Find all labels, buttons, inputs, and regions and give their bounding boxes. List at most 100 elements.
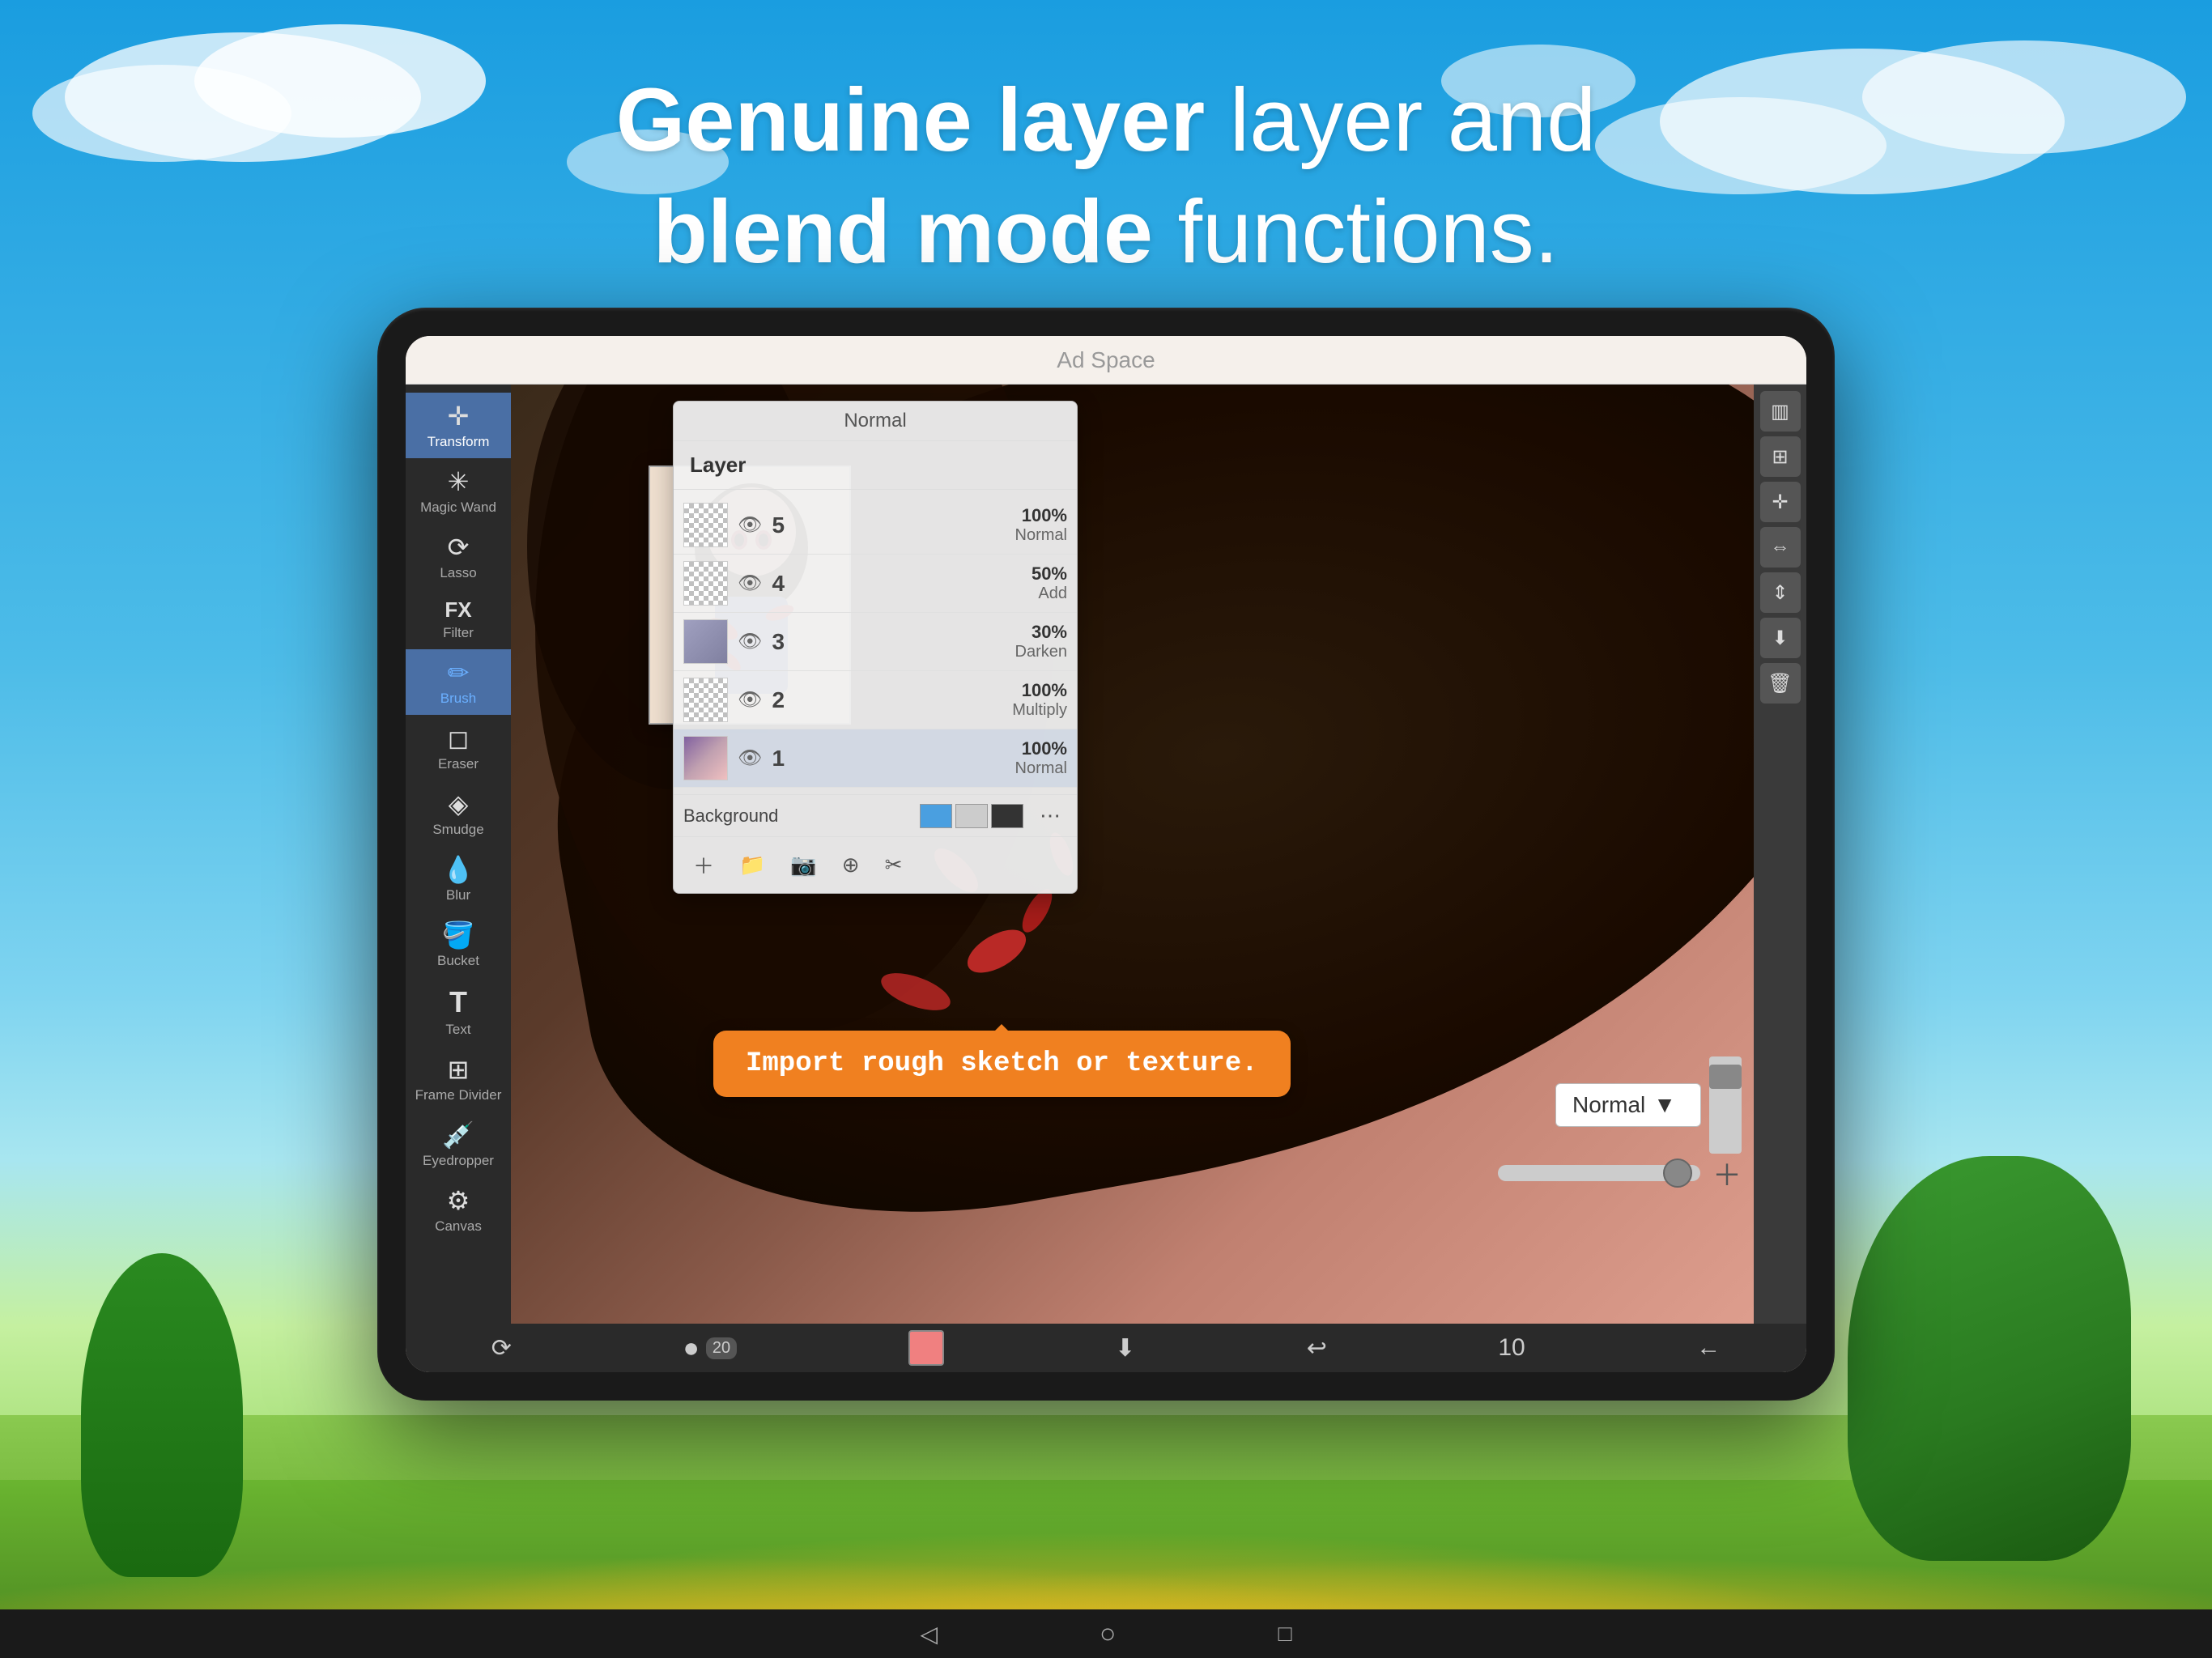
blend-mode-bar: Normal ▼ (1555, 1056, 1742, 1154)
canvas-area[interactable]: Normal Layer 👁 5 100% Normal (511, 385, 1806, 1324)
lasso-tool-bottom[interactable]: ⟳ (475, 1330, 528, 1367)
layer-num-1: 1 (772, 746, 796, 772)
layer-visibility-5[interactable]: 👁 (738, 513, 762, 537)
layer-list: 👁 5 100% Normal 👁 (674, 490, 1077, 794)
layer-visibility-4[interactable]: 👁 (738, 572, 762, 595)
layer-thumb-5 (683, 503, 728, 547)
canvas-icon: ⚙ (447, 1185, 470, 1216)
brush-size-btn[interactable]: ● 20 (666, 1329, 753, 1368)
tool-brush-label: Brush (440, 691, 476, 707)
layer-opacity-5: 100% (806, 505, 1067, 526)
layer-thumb-4 (683, 561, 728, 606)
blend-mode-value: Normal (1572, 1092, 1645, 1118)
headline: Genuine layer layer and blend mode funct… (0, 65, 2212, 287)
layer-panel[interactable]: Normal Layer 👁 5 100% Normal (673, 401, 1078, 894)
layer-row-5[interactable]: 👁 5 100% Normal (674, 496, 1077, 555)
tool-magic-wand[interactable]: ✳ Magic Wand (406, 458, 511, 524)
text-icon: T (449, 985, 467, 1019)
layer-blend-2: Multiply (806, 701, 1067, 720)
tool-bucket-label: Bucket (437, 953, 479, 969)
tool-brush[interactable]: ✏ Brush (406, 649, 511, 715)
layer-visibility-1[interactable]: 👁 (738, 746, 762, 770)
tool-blur[interactable]: 💧 Blur (406, 846, 511, 912)
layer-info-5: 100% Normal (806, 505, 1067, 545)
layer-visibility-2[interactable]: 👁 (738, 688, 762, 712)
layer-thumb-2 (683, 678, 728, 722)
layer-row-4[interactable]: 👁 4 50% Add (674, 555, 1077, 613)
brush-icon: ✏ (448, 657, 470, 688)
undo-btn[interactable]: ↩ (1291, 1330, 1343, 1367)
layer-row-2[interactable]: 👁 2 100% Multiply (674, 671, 1077, 729)
layer-opacity-1: 100% (806, 738, 1067, 759)
tooltip-text: Import rough sketch or texture. (746, 1048, 1258, 1079)
ad-space-bar: Ad Space (406, 336, 1806, 385)
blend-mode-scrollbar[interactable] (1709, 1056, 1742, 1154)
tool-text-label: Text (445, 1022, 470, 1038)
blend-scroll-thumb[interactable] (1709, 1065, 1742, 1089)
layer-folder-button[interactable]: 📁 (733, 849, 772, 881)
left-toolbar: ✛ Transform ✳ Magic Wand ⟳ Lasso FX Filt… (406, 385, 511, 1324)
opacity-add-button[interactable]: ＋ (1712, 1152, 1742, 1194)
layer-thumb-3 (683, 619, 728, 664)
tablet-screen: Ad Space ✛ Transform ✳ Magic Wand ⟳ (406, 336, 1806, 1372)
layer-blend-1: Normal (806, 759, 1067, 778)
layer-merge-button[interactable]: ⊕ (836, 849, 866, 881)
opacity-track[interactable] (1498, 1165, 1700, 1181)
background-row[interactable]: Background ⋯ (674, 794, 1077, 836)
active-color-swatch[interactable] (908, 1330, 944, 1366)
lasso-icon: ⟳ (448, 532, 470, 563)
tool-lasso[interactable]: ⟳ Lasso (406, 524, 511, 589)
color-picker-btn[interactable] (892, 1326, 960, 1370)
page-number-btn[interactable]: 10 (1482, 1330, 1541, 1366)
android-nav-bar: ◁ ○ □ (0, 1609, 2212, 1658)
blend-mode-dropdown[interactable]: Normal ▼ (1555, 1083, 1701, 1127)
tool-eraser[interactable]: ◻ Eraser (406, 715, 511, 780)
layer-opacity-4: 50% (806, 563, 1067, 585)
tool-transform[interactable]: ✛ Transform (406, 393, 511, 458)
download-icon: ⬇ (1115, 1334, 1135, 1363)
layer-num-5: 5 (772, 512, 796, 538)
tablet-frame: Ad Space ✛ Transform ✳ Magic Wand ⟳ (377, 308, 1835, 1401)
opacity-bar: ＋ (1498, 1152, 1742, 1194)
layer-blend-top: Normal (674, 402, 1077, 441)
layer-add-button[interactable]: ＋ (687, 847, 721, 883)
tool-canvas-label: Canvas (435, 1218, 482, 1235)
back-btn[interactable]: ← (1680, 1330, 1737, 1366)
android-back-btn[interactable]: ◁ (920, 1621, 938, 1647)
android-recent-btn[interactable]: □ (1278, 1621, 1292, 1647)
layer-panel-title: Layer (674, 441, 1077, 490)
layer-opacity-2: 100% (806, 680, 1067, 701)
layer-visibility-3[interactable]: 👁 (738, 630, 762, 653)
tool-frame-divider[interactable]: ⊞ Frame Divider (406, 1046, 511, 1112)
tool-filter[interactable]: FX Filter (406, 589, 511, 649)
tool-eraser-label: Eraser (438, 756, 479, 772)
right-trees (1848, 1156, 2131, 1561)
tool-eyedropper[interactable]: 💉 Eyedropper (406, 1112, 511, 1177)
layer-blend-3: Darken (806, 643, 1067, 661)
transform-icon: ✛ (448, 401, 470, 432)
tablet-device: Ad Space ✛ Transform ✳ Magic Wand ⟳ (377, 308, 1835, 1401)
eraser-icon: ◻ (448, 723, 470, 754)
bg-more-button[interactable]: ⋯ (1033, 803, 1067, 828)
tool-smudge-label: Smudge (432, 822, 483, 838)
headline-bold-2: blend mode (653, 182, 1153, 282)
bg-color-gray[interactable] (955, 804, 988, 828)
tool-smudge[interactable]: ◈ Smudge (406, 780, 511, 846)
layer-row-1[interactable]: 👁 1 100% Normal (674, 729, 1077, 788)
layer-row-3[interactable]: 👁 3 30% Darken (674, 613, 1077, 671)
tool-bucket[interactable]: 🪣 Bucket (406, 912, 511, 977)
layer-camera-button[interactable]: 📷 (784, 849, 823, 881)
bucket-icon: 🪣 (442, 920, 474, 950)
app-area: ✛ Transform ✳ Magic Wand ⟳ Lasso FX Filt… (406, 385, 1806, 1324)
tool-canvas[interactable]: ⚙ Canvas (406, 1177, 511, 1243)
bg-color-blue[interactable] (920, 804, 952, 828)
layer-num-2: 2 (772, 687, 796, 713)
layer-cut-button[interactable]: ✂ (878, 849, 909, 881)
page-number: 10 (1498, 1334, 1525, 1362)
opacity-knob[interactable] (1663, 1158, 1692, 1188)
download-btn[interactable]: ⬇ (1099, 1330, 1151, 1367)
layer-info-2: 100% Multiply (806, 680, 1067, 720)
android-home-btn[interactable]: ○ (1100, 1618, 1117, 1650)
bg-color-dark[interactable] (991, 804, 1023, 828)
tool-text[interactable]: T Text (406, 977, 511, 1046)
